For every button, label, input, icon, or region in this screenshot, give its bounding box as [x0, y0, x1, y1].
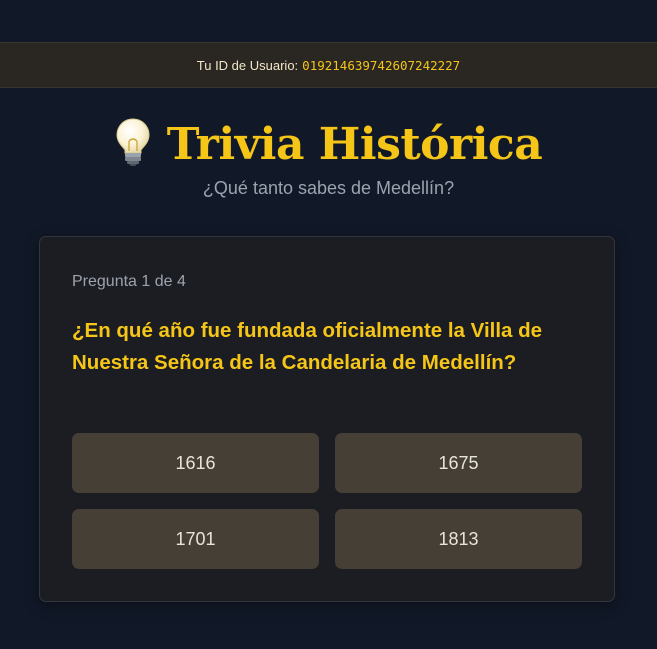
question-text: ¿En qué año fue fundada oficialmente la … — [72, 319, 543, 374]
answer-option-button[interactable]: 1616 — [72, 433, 319, 493]
answer-option-button[interactable]: 1813 — [335, 509, 582, 569]
subtitle: ¿Qué tanto sabes de Medellín? — [202, 178, 455, 198]
user-id-label: Tu ID de Usuario: — [196, 57, 299, 73]
answer-options: 1616 1675 1701 1813 — [72, 433, 582, 569]
page-header: Trivia Histórica ¿Qué tanto sabes de Med… — [0, 112, 657, 199]
title-text: Trivia Histórica — [166, 118, 543, 170]
answer-option-button[interactable]: 1701 — [72, 509, 319, 569]
answer-option-button[interactable]: 1675 — [335, 433, 582, 493]
page-title: Trivia Histórica — [0, 112, 657, 176]
lightbulb-icon — [115, 117, 151, 167]
user-id-bar: Tu ID de Usuario: 019214639742607242227 — [0, 42, 657, 88]
user-id-value: 019214639742607242227 — [302, 57, 461, 73]
question-card: Pregunta 1 de 4 ¿En qué año fue fundada … — [39, 236, 615, 602]
question-counter: Pregunta 1 de 4 — [72, 273, 186, 290]
